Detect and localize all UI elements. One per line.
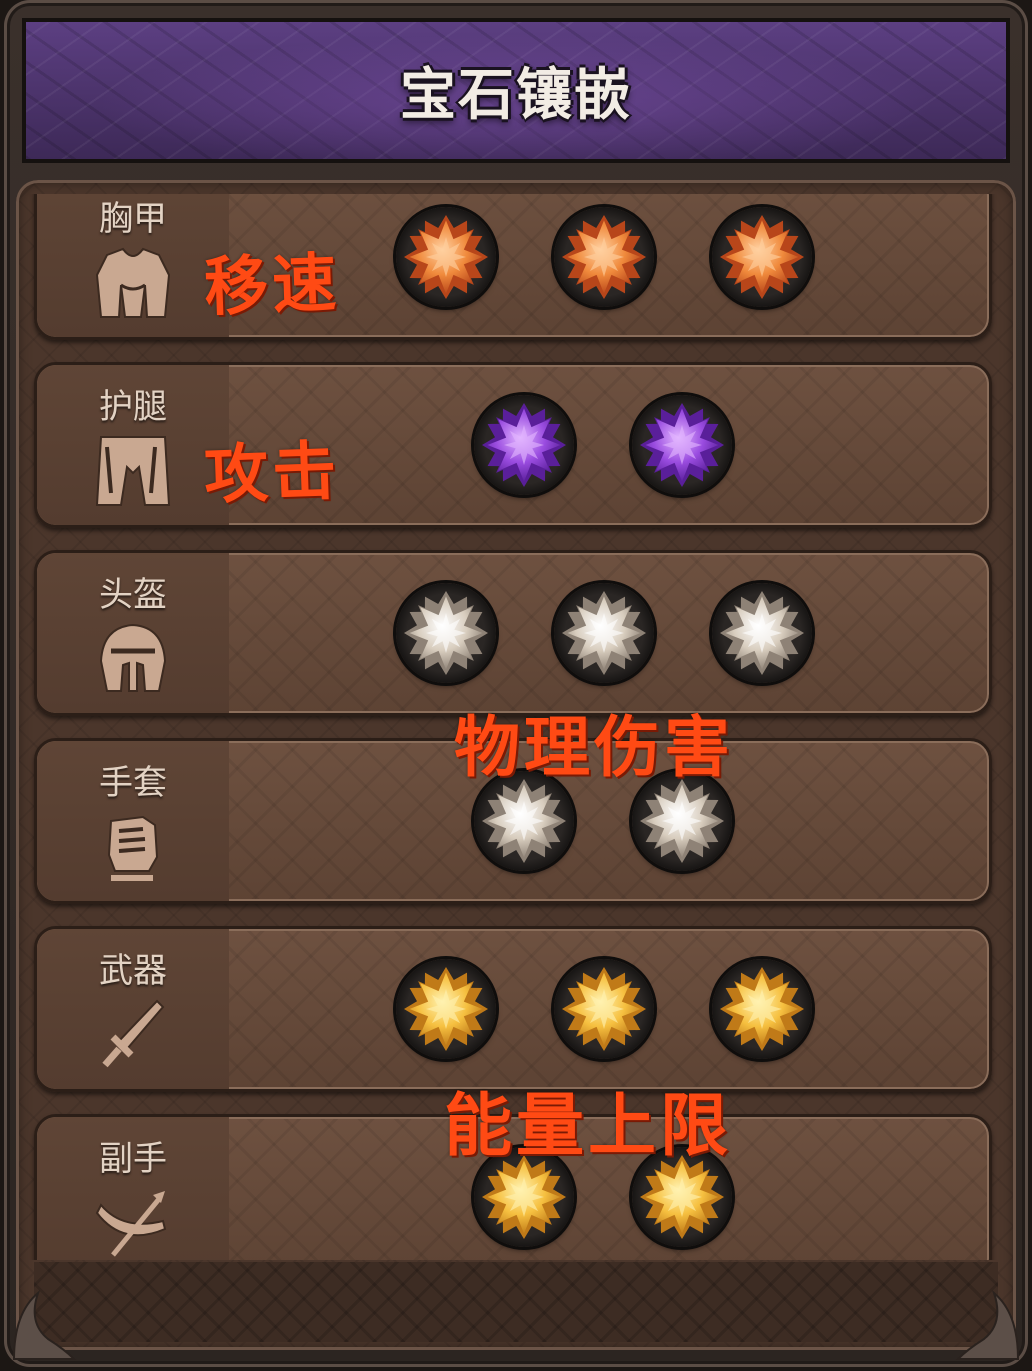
gem-icon	[482, 403, 566, 487]
annotation-move-speed: 移速	[202, 245, 342, 326]
gem-socket[interactable]	[396, 207, 496, 307]
slot-label-area: 武器	[37, 929, 229, 1089]
equipment-row-chest[interactable]: 胸甲	[34, 194, 992, 340]
slot-label-area: 头盔	[37, 553, 229, 713]
gem-icon	[640, 403, 724, 487]
slot-label-area: 胸甲	[37, 194, 229, 337]
equipment-row-helmet[interactable]: 头盔	[34, 550, 992, 716]
gem-socket[interactable]	[712, 583, 812, 683]
gem-socket[interactable]	[396, 583, 496, 683]
gem-icon	[562, 591, 646, 675]
slot-label-area: 手套	[37, 741, 229, 901]
slot-name: 头盔	[99, 575, 167, 615]
panel-footer	[34, 1262, 998, 1342]
gem-icon	[720, 967, 804, 1051]
gem-icon	[404, 215, 488, 299]
gem-socket[interactable]	[632, 395, 732, 495]
annotation-physical-damage: 物理伤害	[454, 708, 734, 786]
gauntlet-icon	[107, 815, 159, 881]
gem-icon	[562, 215, 646, 299]
gem-socket[interactable]	[554, 207, 654, 307]
offhand-weapon-icon	[95, 1191, 167, 1257]
gem-icon	[720, 591, 804, 675]
slot-name: 胸甲	[99, 199, 167, 239]
page-title: 宝石镶嵌	[400, 63, 632, 128]
corner-ornament-right-icon	[955, 1289, 1020, 1360]
gem-socket[interactable]	[474, 395, 574, 495]
gem-socket[interactable]	[554, 583, 654, 683]
annotation-energy-cap: 能量上限	[444, 1086, 733, 1166]
gem-icon	[404, 591, 488, 675]
slot-label-area: 护腿	[37, 365, 229, 525]
chest-armor-icon	[95, 247, 171, 318]
gem-icon	[720, 215, 804, 299]
equipment-list: 胸甲 护腿 头盔 手套 武器 副手 移速 攻击 物理伤害 能量上限	[16, 194, 1016, 1260]
helmet-icon	[99, 623, 167, 692]
gem-icon	[562, 967, 646, 1051]
gem-socket[interactable]	[396, 959, 496, 1059]
sword-icon	[102, 999, 165, 1068]
leg-armor-icon	[95, 436, 171, 506]
gem-socket[interactable]	[554, 959, 654, 1059]
slot-name: 护腿	[99, 387, 167, 427]
slot-name: 手套	[99, 763, 167, 803]
gem-inlay-panel: 胸甲 护腿 头盔 手套 武器 副手 移速 攻击 物理伤害 能量上限	[16, 180, 1016, 1350]
slot-label-area: 副手	[37, 1117, 229, 1260]
gem-socket[interactable]	[712, 207, 812, 307]
gem-socket[interactable]	[712, 959, 812, 1059]
title-banner: 宝石镶嵌	[22, 18, 1010, 163]
gem-icon	[404, 967, 488, 1051]
corner-ornament-left-icon	[12, 1289, 77, 1360]
slot-name: 副手	[99, 1139, 167, 1179]
slot-name: 武器	[99, 951, 167, 991]
equipment-row-weapon[interactable]: 武器	[34, 926, 992, 1092]
annotation-attack: 攻击	[202, 433, 342, 514]
